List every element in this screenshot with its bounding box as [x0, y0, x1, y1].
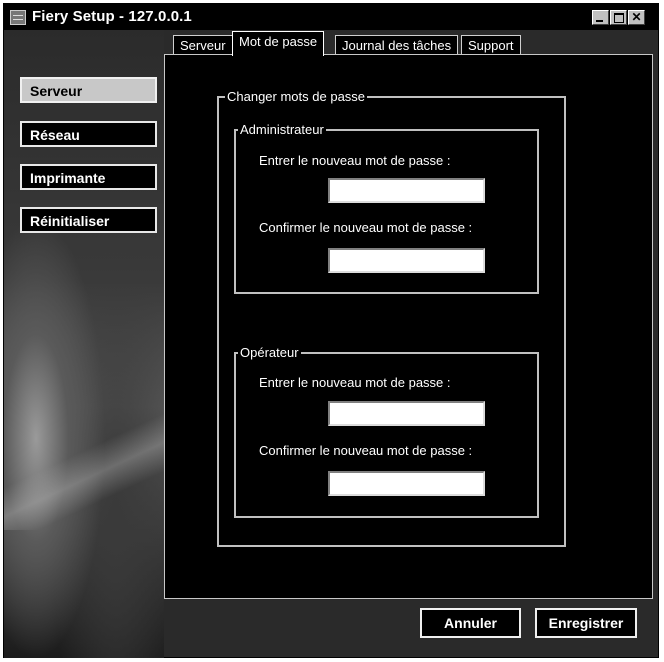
minimize-button[interactable] — [592, 10, 609, 25]
sidebar-item-imprimante[interactable]: Imprimante — [20, 164, 157, 190]
sidebar-item-reinitialiser[interactable]: Réinitialiser — [20, 207, 157, 233]
close-button[interactable]: ✕ — [628, 10, 645, 25]
tab-bar: Serveur Mot de passe Journal des tâches … — [165, 31, 655, 56]
tab-support[interactable]: Support — [461, 35, 521, 54]
app-icon — [10, 10, 26, 25]
window-title: Fiery Setup - 127.0.0.1 — [32, 8, 192, 25]
maximize-button[interactable] — [610, 10, 627, 25]
change-passwords-title: Changer mots de passe — [225, 89, 368, 104]
operator-new-password-label: Entrer le nouveau mot de passe : — [259, 375, 451, 390]
sidebar-item-serveur[interactable]: Serveur — [20, 77, 157, 103]
tab-mot-de-passe[interactable]: Mot de passe — [232, 31, 325, 56]
sidebar-background-image — [4, 410, 164, 530]
operator-group: Opérateur Entrer le nouveau mot de passe… — [234, 345, 539, 518]
operator-new-password-input[interactable] — [328, 401, 485, 426]
title-bar[interactable]: Fiery Setup - 127.0.0.1 ✕ — [4, 4, 658, 30]
cancel-button[interactable]: Annuler — [420, 608, 521, 638]
admin-new-password-input[interactable] — [328, 178, 485, 203]
change-passwords-group: Changer mots de passe Administrateur Ent… — [217, 89, 566, 547]
tab-serveur[interactable]: Serveur — [173, 35, 233, 54]
admin-confirm-password-input[interactable] — [328, 248, 485, 273]
save-button[interactable]: Enregistrer — [535, 608, 637, 638]
admin-new-password-label: Entrer le nouveau mot de passe : — [259, 153, 451, 168]
password-panel: Changer mots de passe Administrateur Ent… — [164, 54, 653, 599]
administrator-group: Administrateur Entrer le nouveau mot de … — [234, 122, 539, 294]
sidebar: Serveur Réseau Imprimante Réinitialiser — [4, 30, 164, 658]
admin-confirm-password-label: Confirmer le nouveau mot de passe : — [259, 220, 473, 235]
tab-journal-des-taches[interactable]: Journal des tâches — [335, 35, 459, 54]
operator-confirm-password-input[interactable] — [328, 471, 485, 496]
sidebar-item-reseau[interactable]: Réseau — [20, 121, 157, 147]
operator-confirm-password-label: Confirmer le nouveau mot de passe : — [259, 443, 473, 458]
administrator-title: Administrateur — [238, 122, 326, 137]
operator-title: Opérateur — [238, 345, 301, 360]
